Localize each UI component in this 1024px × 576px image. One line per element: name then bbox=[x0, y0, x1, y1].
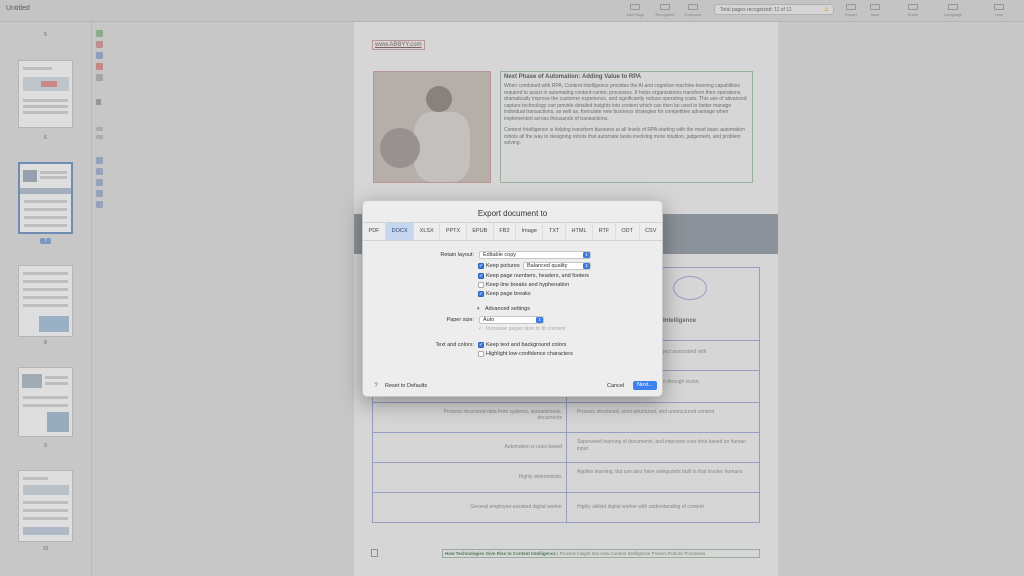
highlight-low-confidence-checkbox[interactable] bbox=[478, 351, 484, 357]
tab-image[interactable]: Image bbox=[516, 223, 544, 240]
disclosure-triangle-icon[interactable]: ▾ bbox=[477, 306, 480, 312]
keep-line-breaks-label: Keep line breaks and hyphenation bbox=[486, 282, 570, 288]
dialog-title: Export document to bbox=[477, 209, 548, 218]
tab-xlsx[interactable]: XLSX bbox=[414, 223, 441, 240]
tab-odt[interactable]: ODT bbox=[616, 223, 640, 240]
paper-size-select[interactable]: Auto ⇕ bbox=[479, 316, 544, 324]
help-button[interactable]: ? bbox=[372, 383, 380, 391]
retain-layout-select[interactable]: Editable copy ⇕ bbox=[479, 251, 591, 259]
tab-csv[interactable]: CSV bbox=[640, 223, 662, 240]
keep-colors-label: Keep text and background colors bbox=[486, 342, 567, 348]
next-button[interactable]: Next... bbox=[633, 381, 657, 390]
tab-txt[interactable]: TXT bbox=[543, 223, 566, 240]
tab-docx[interactable]: DOCX bbox=[386, 223, 415, 240]
advanced-settings-toggle[interactable]: Advanced settings bbox=[485, 306, 530, 312]
tab-epub[interactable]: EPUB bbox=[467, 223, 494, 240]
cancel-button[interactable]: Cancel bbox=[607, 383, 624, 389]
chevron-updown-icon: ⇕ bbox=[583, 263, 590, 269]
retain-layout-label: Retain layout: bbox=[440, 252, 474, 258]
increase-paper-label: Increase paper size to fit content bbox=[486, 326, 566, 332]
keep-page-breaks-checkbox[interactable]: ✓ bbox=[478, 291, 484, 297]
format-tabs: PDF DOCX XLSX PPTX EPUB FB2 Image TXT HT… bbox=[363, 222, 662, 241]
keep-pictures-checkbox[interactable]: ✓ bbox=[478, 263, 484, 269]
keep-page-breaks-label: Keep page breaks bbox=[486, 291, 531, 297]
keep-colors-checkbox[interactable]: ✓ bbox=[478, 342, 484, 348]
export-dialog: Export document to PDF DOCX XLSX PPTX EP… bbox=[362, 200, 663, 397]
chevron-updown-icon: ⇕ bbox=[583, 252, 590, 258]
highlight-low-confidence-label: Highlight low-confidence characters bbox=[486, 351, 573, 357]
tab-fb2[interactable]: FB2 bbox=[494, 223, 517, 240]
chevron-updown-icon: ⇕ bbox=[536, 317, 543, 323]
keep-pictures-label: Keep pictures bbox=[486, 263, 520, 269]
text-colors-label: Text and colors: bbox=[435, 342, 474, 348]
tab-pptx[interactable]: PPTX bbox=[440, 223, 467, 240]
tab-html[interactable]: HTML bbox=[566, 223, 594, 240]
keep-headers-checkbox[interactable]: ✓ bbox=[478, 273, 484, 279]
paper-size-label: Paper size: bbox=[446, 317, 474, 323]
keep-headers-label: Keep page numbers, headers, and footers bbox=[486, 273, 590, 279]
keep-line-breaks-checkbox[interactable] bbox=[478, 282, 484, 288]
picture-quality-select[interactable]: Balanced quality ⇕ bbox=[523, 262, 591, 270]
tab-rtf[interactable]: RTF bbox=[593, 223, 616, 240]
reset-to-defaults-button[interactable]: Reset to Defaults bbox=[385, 383, 427, 389]
increase-paper-checkbox[interactable]: ✓ bbox=[478, 326, 483, 332]
tab-pdf[interactable]: PDF bbox=[363, 223, 387, 240]
